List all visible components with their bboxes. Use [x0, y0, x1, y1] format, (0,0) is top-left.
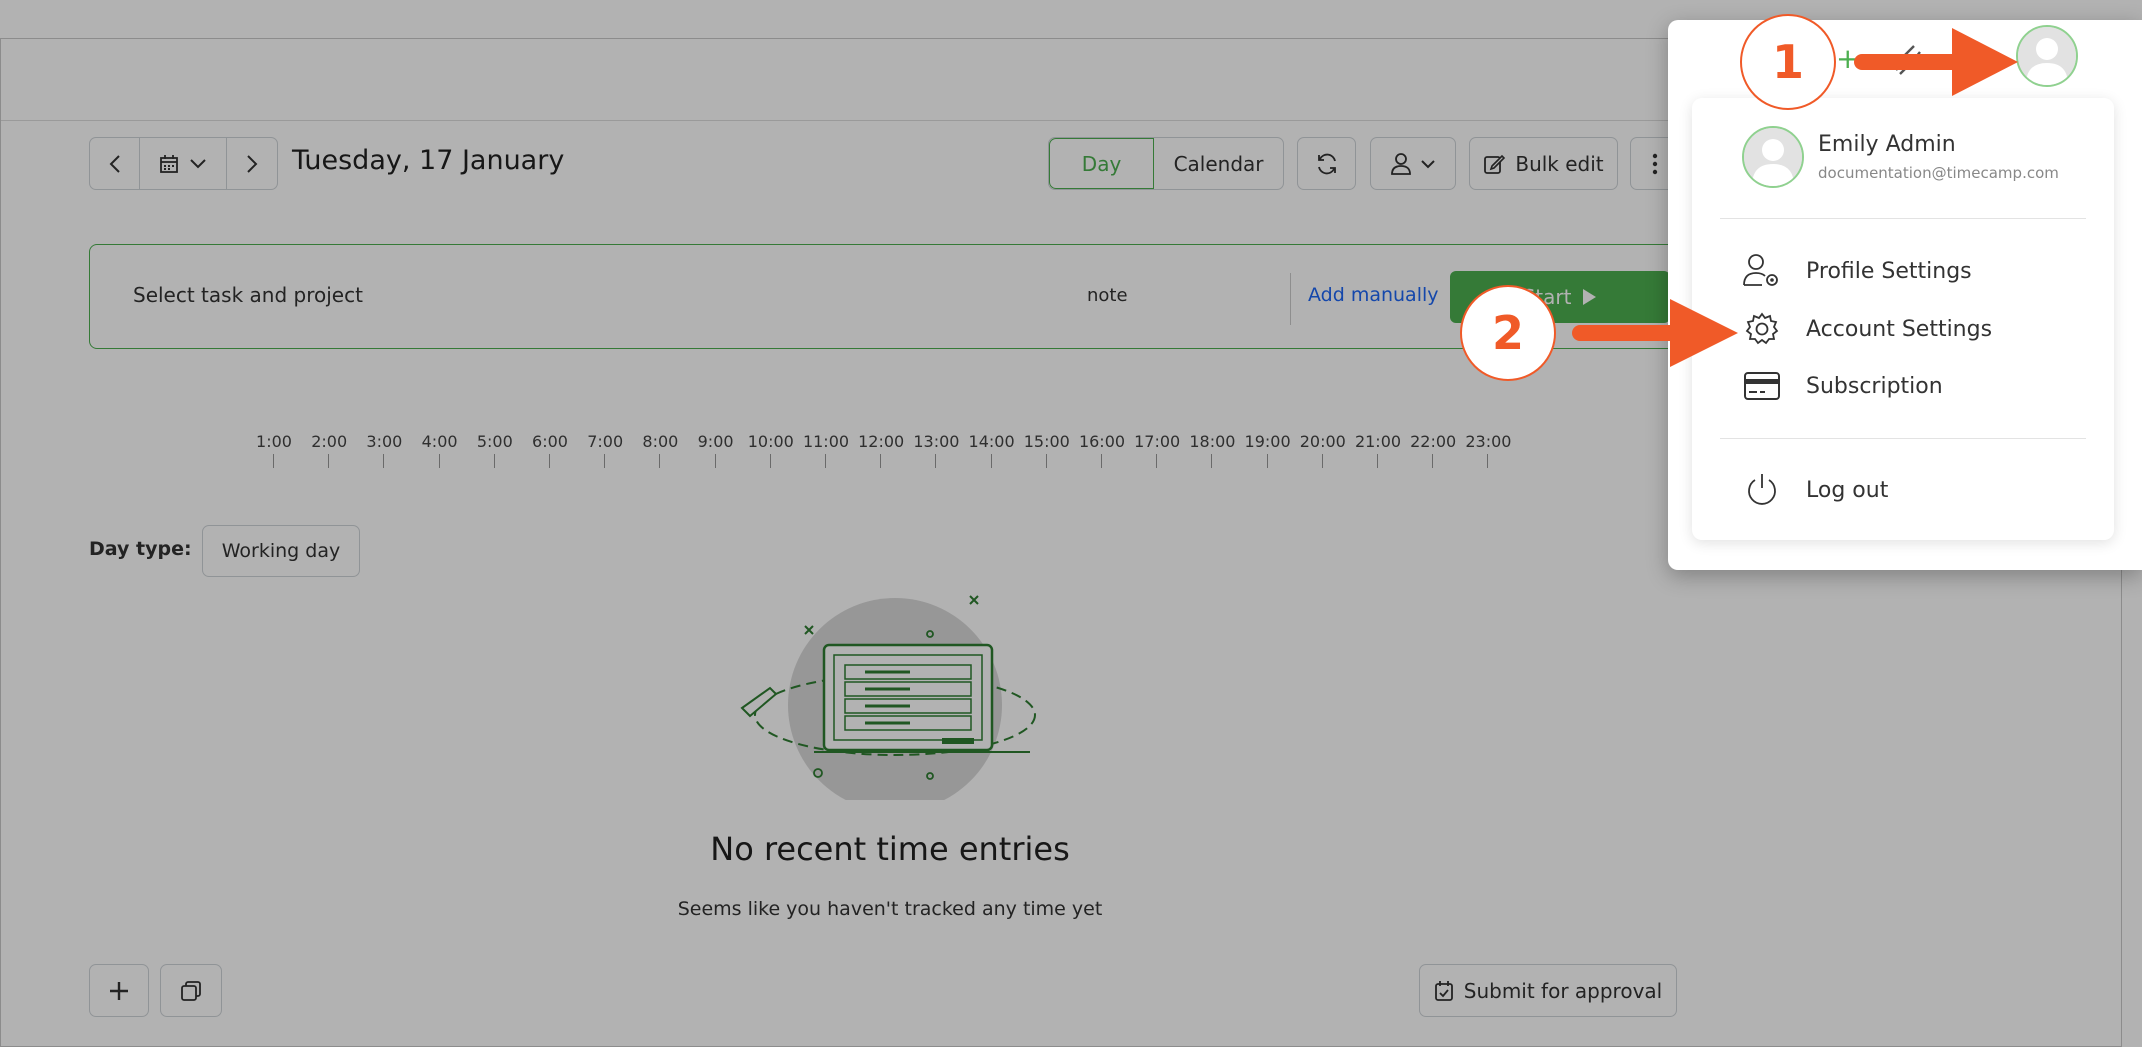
menu-item-log-out[interactable]: Log out	[1742, 470, 2082, 510]
timeline-hour-label: 12:00	[851, 432, 911, 468]
tab-calendar[interactable]: Calendar	[1154, 138, 1283, 189]
refresh-icon	[1317, 153, 1336, 174]
user-filter-button[interactable]	[1370, 137, 1456, 190]
menu-item-label: Subscription	[1806, 373, 1943, 399]
calendar-check-icon	[1434, 980, 1453, 1001]
next-day-button[interactable]	[227, 138, 277, 189]
gear-icon	[1742, 309, 1782, 349]
timeline-hour-label: 11:00	[796, 432, 856, 468]
avatar	[1742, 126, 1804, 188]
bulk-edit-button[interactable]: Bulk edit	[1469, 137, 1618, 190]
user-gear-icon	[1742, 251, 1782, 291]
empty-state-illustration	[740, 595, 1036, 800]
timeline-hour-label: 22:00	[1403, 432, 1463, 468]
timeline-hour-label: 23:00	[1458, 432, 1518, 468]
page-title: Tuesday, 17 January	[292, 145, 565, 176]
timeline-hour-label: 21:00	[1348, 432, 1408, 468]
date-navigation	[89, 137, 278, 190]
step-callout-2: 2	[1460, 285, 1556, 381]
divider	[1720, 438, 2086, 439]
step-callout-1: 1	[1740, 14, 1836, 110]
tab-day[interactable]: Day	[1049, 138, 1155, 189]
timeline-hour-label: 18:00	[1182, 432, 1242, 468]
timeline-hour-label: 8:00	[630, 432, 690, 468]
timeline-hour-label: 19:00	[1238, 432, 1298, 468]
submit-approval-button[interactable]: Submit for approval	[1419, 964, 1677, 1017]
divider	[1720, 218, 2086, 219]
timeline-hour-label: 2:00	[299, 432, 359, 468]
edit-icon	[1484, 154, 1506, 174]
menu-item-account-settings[interactable]: Account Settings	[1742, 309, 2082, 349]
user-email: documentation@timecamp.com	[1818, 164, 2059, 182]
timeline-hour-label: 13:00	[906, 432, 966, 468]
timeline-hour-label: 9:00	[686, 432, 746, 468]
date-picker-button[interactable]	[140, 138, 227, 189]
timeline-hour-label: 3:00	[354, 432, 414, 468]
menu-item-label: Account Settings	[1806, 316, 1993, 342]
add-entry-button[interactable]	[89, 964, 149, 1017]
timeline-hour-label: 16:00	[1072, 432, 1132, 468]
submit-approval-label: Submit for approval	[1463, 978, 1663, 1003]
add-manually-link[interactable]: Add manually	[1308, 284, 1439, 306]
timeline-hour-label: 17:00	[1127, 432, 1187, 468]
timeline-hour-label: 20:00	[1293, 432, 1353, 468]
timeline-hour-label: 6:00	[520, 432, 580, 468]
avatar-placeholder-icon	[1744, 128, 1802, 186]
avatar-placeholder-icon	[2018, 27, 2076, 85]
user-icon	[1391, 152, 1411, 175]
menu-item-profile-settings[interactable]: Profile Settings	[1742, 251, 2082, 291]
copy-entries-button[interactable]	[160, 964, 222, 1017]
timeline-hour-label: 14:00	[962, 432, 1022, 468]
refresh-button[interactable]	[1297, 137, 1356, 190]
plus-icon	[110, 981, 128, 1000]
chevron-down-icon	[190, 158, 206, 168]
empty-state-subtitle: Seems like you haven't tracked any time …	[677, 898, 1103, 920]
task-project-selector[interactable]: Select task and project	[133, 283, 363, 307]
view-toggle: Day Calendar	[1048, 137, 1284, 190]
day-timeline: 1:00 2:00 3:00 4:00 5:00 6:00 7:00 8:00 9:00 10:0…	[0, 432, 1600, 472]
timeline-hour-label: 4:00	[410, 432, 470, 468]
empty-state-title: No recent time entries	[710, 830, 1070, 868]
calendar-icon	[160, 154, 178, 173]
account-dropdown-menu: Emily Admin documentation@timecamp.com P…	[1692, 98, 2114, 540]
day-type-label: Day type:	[89, 538, 192, 560]
arrow-icon	[1572, 299, 1738, 367]
copy-icon	[181, 980, 201, 1001]
user-avatar-button[interactable]	[2016, 25, 2078, 87]
timeline-hour-label: 15:00	[1017, 432, 1077, 468]
timeline-hour-label: 5:00	[465, 432, 525, 468]
bulk-edit-label: Bulk edit	[1515, 151, 1604, 176]
arrow-icon	[1854, 28, 2018, 96]
menu-item-label: Log out	[1806, 477, 1889, 503]
chevron-left-icon	[109, 154, 120, 173]
menu-item-subscription[interactable]: Subscription	[1742, 366, 2082, 406]
power-icon	[1742, 470, 1782, 510]
chevron-down-icon	[1421, 159, 1435, 168]
chevron-right-icon	[247, 154, 258, 173]
timeline-hour-label: 7:00	[575, 432, 635, 468]
timeline-hour-label: 10:00	[741, 432, 801, 468]
credit-card-icon	[1742, 366, 1782, 406]
prev-day-button[interactable]	[90, 138, 140, 189]
day-type-selector[interactable]: Working day	[202, 525, 360, 577]
divider	[1290, 273, 1291, 325]
user-name: Emily Admin	[1818, 132, 1956, 157]
more-vertical-icon	[1652, 153, 1658, 174]
note-input[interactable]: note	[1087, 285, 1128, 306]
timeline-hour-label: 1:00	[244, 432, 304, 468]
menu-item-label: Profile Settings	[1806, 258, 1972, 284]
